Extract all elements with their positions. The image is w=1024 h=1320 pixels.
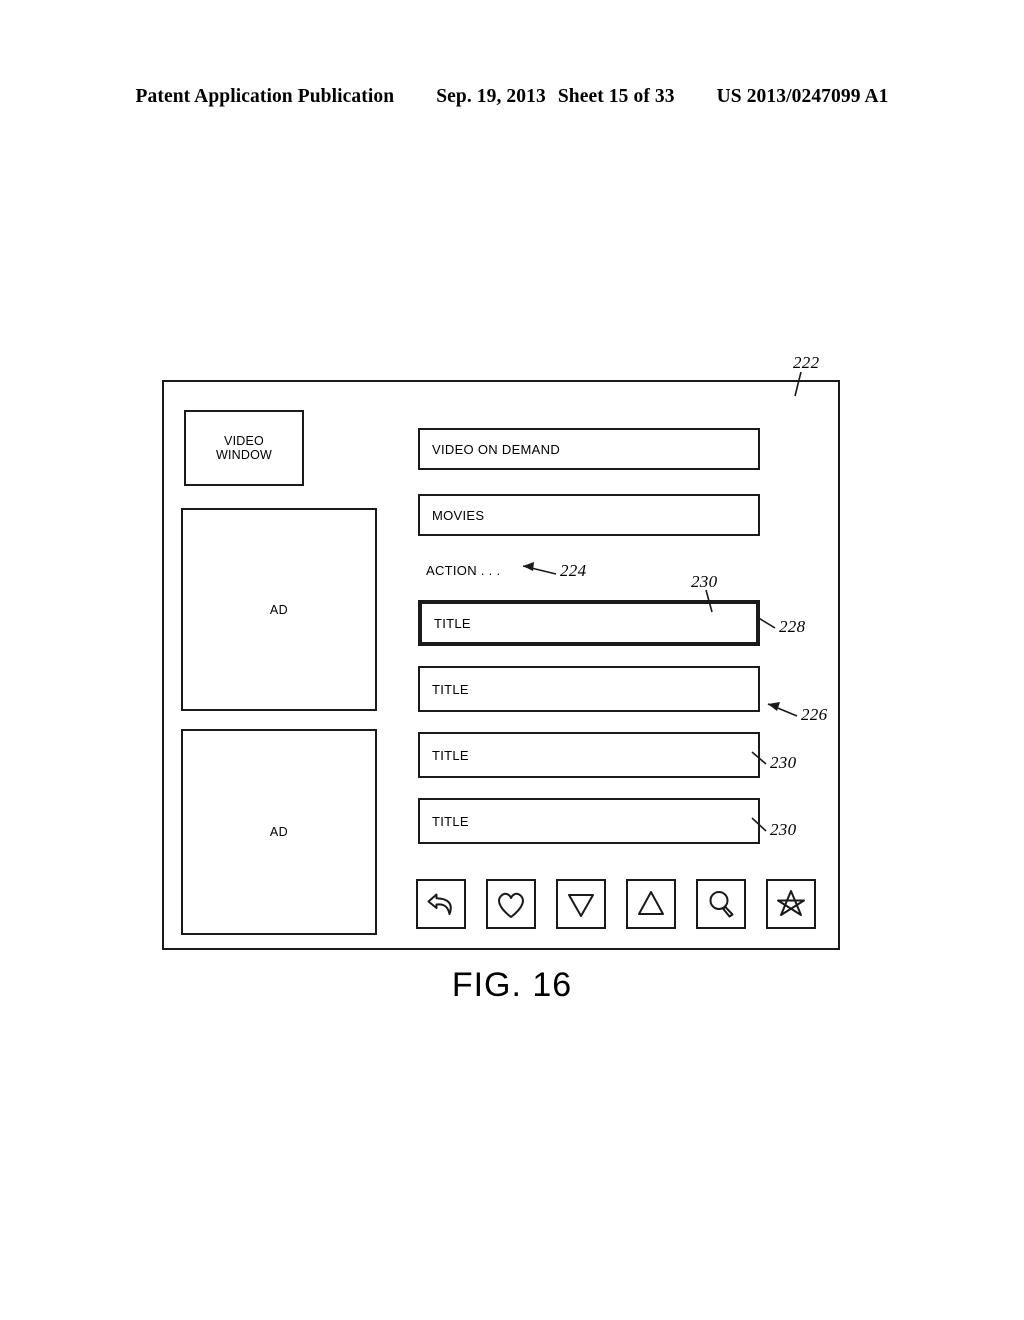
- reference-numeral-228: 228: [779, 617, 806, 636]
- menu-bar-video-on-demand[interactable]: VIDEO ON DEMAND: [418, 428, 760, 470]
- triangle-up-icon: [634, 887, 668, 921]
- ad-panel-1-label: AD: [269, 602, 289, 617]
- title-row-4-label: TITLE: [432, 813, 469, 829]
- title-row[interactable]: TITLE: [418, 666, 760, 712]
- favorite-button[interactable]: [486, 879, 536, 929]
- heart-icon: [494, 887, 528, 921]
- category-label-row: ACTION . . .: [426, 558, 626, 582]
- triangle-down-icon: [564, 887, 598, 921]
- scroll-down-button[interactable]: [556, 879, 606, 929]
- title-row-2-label: TITLE: [432, 681, 469, 697]
- scroll-up-button[interactable]: [626, 879, 676, 929]
- video-window-label: VIDEO WINDOW: [216, 434, 272, 462]
- menu-bar-video-on-demand-label: VIDEO ON DEMAND: [432, 441, 561, 457]
- reference-numeral-224: 224: [560, 561, 587, 580]
- reference-numeral-222: 222: [793, 353, 820, 372]
- video-window[interactable]: VIDEO WINDOW: [184, 410, 304, 486]
- patent-figure: VIDEO WINDOW AD AD VIDEO ON DEMAND MOVIE…: [0, 0, 1024, 1320]
- reference-numeral-230-row3: 230: [770, 753, 797, 772]
- title-row-3-label: TITLE: [432, 747, 469, 763]
- ad-panel-2[interactable]: AD: [181, 729, 377, 935]
- video-window-label-line2: WINDOW: [215, 448, 273, 462]
- back-arrow-button[interactable]: [416, 879, 466, 929]
- ad-panel-1[interactable]: AD: [181, 508, 377, 711]
- magnifier-icon: [704, 887, 738, 921]
- search-button[interactable]: [696, 879, 746, 929]
- bookmark-button[interactable]: [766, 879, 816, 929]
- ad-panel-2-label: AD: [269, 825, 289, 839]
- reference-numeral-226: 226: [801, 705, 828, 724]
- reference-numeral-230-top: 230: [691, 572, 718, 591]
- title-row[interactable]: TITLE: [418, 732, 760, 778]
- toolbar: [416, 878, 816, 930]
- title-row[interactable]: TITLE: [418, 798, 760, 844]
- menu-bar-movies[interactable]: MOVIES: [418, 494, 760, 536]
- video-window-label-line1: VIDEO: [224, 434, 264, 448]
- menu-bar-movies-label: MOVIES: [432, 507, 485, 523]
- title-row-1-label: TITLE: [434, 615, 471, 631]
- back-arrow-icon: [424, 887, 458, 921]
- title-row-selected[interactable]: TITLE: [418, 600, 760, 646]
- reference-numeral-230-row4: 230: [770, 820, 797, 839]
- figure-caption: FIG. 16: [451, 966, 573, 1004]
- star-icon: [774, 887, 808, 921]
- category-label: ACTION . . .: [426, 562, 501, 578]
